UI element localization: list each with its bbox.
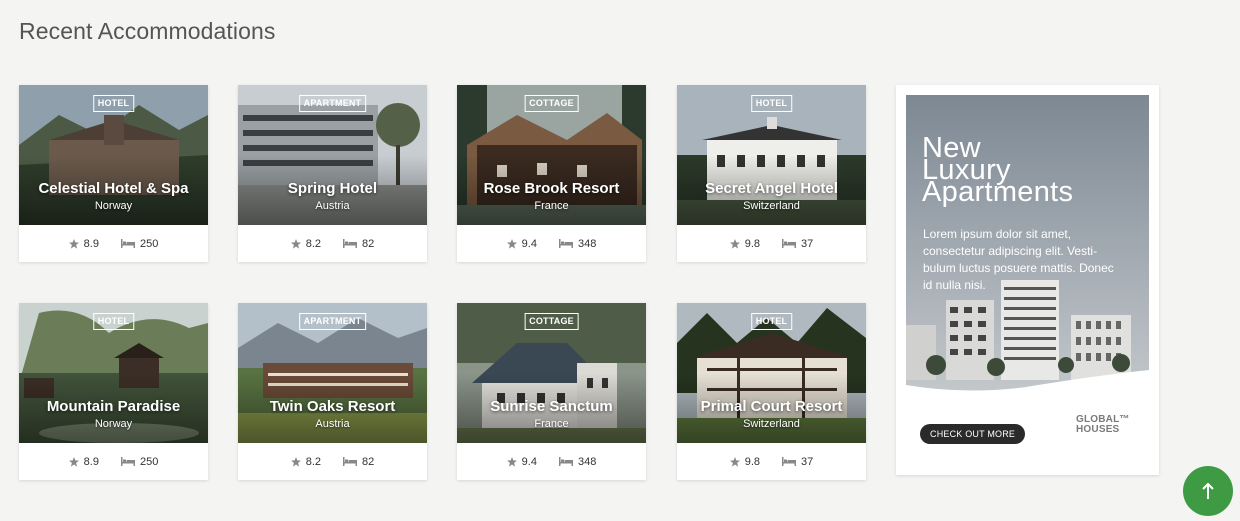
accommodation-country: Switzerland bbox=[743, 418, 800, 430]
bed-icon bbox=[782, 239, 797, 248]
type-badge: Cottage bbox=[524, 313, 579, 330]
accommodation-card[interactable]: Apartment Twin Oaks Resort Austria 8.2 82 bbox=[238, 303, 427, 480]
accommodation-country: France bbox=[534, 418, 569, 430]
accommodation-country: France bbox=[534, 200, 569, 212]
rating: 8.2 bbox=[290, 238, 321, 250]
check-out-more-button[interactable]: CHECK OUT MORE bbox=[920, 424, 1026, 444]
card-meta: 8.2 82 bbox=[238, 225, 427, 262]
accommodation-name[interactable]: Spring Hotel bbox=[238, 180, 427, 197]
rooms: 250 bbox=[120, 238, 158, 250]
accommodation-name[interactable]: Secret Angel Hotel bbox=[677, 180, 866, 197]
rooms: 250 bbox=[120, 456, 158, 468]
card-photo[interactable]: Hotel Celestial Hotel & Spa Norway bbox=[19, 85, 208, 225]
accommodation-name[interactable]: Celestial Hotel & Spa bbox=[19, 180, 208, 197]
accommodation-name[interactable]: Mountain Paradise bbox=[19, 398, 208, 415]
accommodation-card[interactable]: Apartment Spring Hotel Austria 8.2 82 bbox=[238, 85, 427, 262]
rooms: 82 bbox=[343, 238, 374, 250]
card-meta: 8.9 250 bbox=[19, 225, 208, 262]
rating: 9.8 bbox=[729, 456, 760, 468]
type-badge: Apartment bbox=[298, 95, 367, 112]
bed-icon bbox=[558, 457, 573, 466]
bed-icon bbox=[120, 457, 135, 466]
type-badge: Hotel bbox=[92, 313, 135, 330]
back-to-top-button[interactable] bbox=[1183, 466, 1233, 516]
accommodation-card[interactable]: Cottage Rose Brook Resort France 9.4 348 bbox=[457, 85, 646, 262]
card-meta: 9.4 348 bbox=[457, 225, 646, 262]
accommodation-name[interactable]: Primal Court Resort bbox=[677, 398, 866, 415]
arrow-up-icon bbox=[1202, 482, 1214, 499]
rating: 8.2 bbox=[290, 456, 321, 468]
rating: 8.9 bbox=[68, 238, 99, 250]
rooms: 37 bbox=[782, 456, 813, 468]
star-icon bbox=[506, 238, 517, 249]
type-badge: Hotel bbox=[92, 95, 135, 112]
card-photo[interactable]: Hotel Primal Court Resort Switzerland bbox=[677, 303, 866, 443]
rating: 9.4 bbox=[506, 238, 537, 250]
rooms: 82 bbox=[343, 456, 374, 468]
accommodation-name[interactable]: Twin Oaks Resort bbox=[238, 398, 427, 415]
accommodation-card[interactable]: Hotel Primal Court Resort Switzerland 9.8 … bbox=[677, 303, 866, 480]
type-badge: Apartment bbox=[298, 313, 367, 330]
accommodation-country: Austria bbox=[315, 200, 350, 212]
card-photo[interactable]: Hotel Mountain Paradise Norway bbox=[19, 303, 208, 443]
star-icon bbox=[68, 456, 79, 467]
accommodation-country: Austria bbox=[315, 418, 350, 430]
rooms: 348 bbox=[558, 238, 596, 250]
type-badge: Hotel bbox=[750, 95, 793, 112]
accommodation-card[interactable]: Hotel Mountain Paradise Norway 8.9 250 bbox=[19, 303, 208, 480]
bed-icon bbox=[343, 239, 358, 248]
accommodation-country: Switzerland bbox=[743, 200, 800, 212]
star-icon bbox=[729, 456, 740, 467]
ad-headline: New Luxury Apartments bbox=[922, 132, 1074, 208]
accommodation-name[interactable]: Rose Brook Resort bbox=[457, 180, 646, 197]
card-meta: 9.4 348 bbox=[457, 443, 646, 480]
bed-icon bbox=[120, 239, 135, 248]
card-photo[interactable]: Apartment Twin Oaks Resort Austria bbox=[238, 303, 427, 443]
accommodation-card[interactable]: Cottage Sunrise Sanctum France 9.4 348 bbox=[457, 303, 646, 480]
accommodation-country: Norway bbox=[94, 418, 133, 430]
star-icon bbox=[729, 238, 740, 249]
card-photo[interactable]: Cottage Sunrise Sanctum France bbox=[457, 303, 646, 443]
card-photo[interactable]: Hotel Secret Angel Hotel Switzerland bbox=[677, 85, 866, 225]
star-icon bbox=[506, 456, 517, 467]
card-meta: 8.2 82 bbox=[238, 443, 427, 480]
accommodation-card[interactable]: Hotel Celestial Hotel & Spa Norway 8.9 250 bbox=[19, 85, 208, 262]
card-meta: 9.8 37 bbox=[677, 443, 866, 480]
ad-body: Lorem ipsum dolor sit amet, consectetur … bbox=[923, 227, 1114, 292]
card-meta: 9.8 37 bbox=[677, 225, 866, 262]
advertisement-banner[interactable]: New Luxury Apartments Lorem ipsum dolor … bbox=[896, 85, 1159, 475]
bed-icon bbox=[558, 239, 573, 248]
type-badge: Hotel bbox=[750, 313, 793, 330]
rooms: 348 bbox=[558, 456, 596, 468]
bed-icon bbox=[782, 457, 797, 466]
star-icon bbox=[290, 238, 301, 249]
rooms: 37 bbox=[782, 238, 813, 250]
rating: 8.9 bbox=[68, 456, 99, 468]
card-meta: 8.9 250 bbox=[19, 443, 208, 480]
rating: 9.8 bbox=[729, 238, 760, 250]
bed-icon bbox=[343, 457, 358, 466]
card-photo[interactable]: Cottage Rose Brook Resort France bbox=[457, 85, 646, 225]
accommodation-name[interactable]: Sunrise Sanctum bbox=[457, 398, 646, 415]
rating: 9.4 bbox=[506, 456, 537, 468]
global-houses-logo: GLOBAL™ HOUSES bbox=[1076, 414, 1130, 435]
star-icon bbox=[290, 456, 301, 467]
card-photo[interactable]: Apartment Spring Hotel Austria bbox=[238, 85, 427, 225]
type-badge: Cottage bbox=[524, 95, 579, 112]
accommodation-country: Norway bbox=[94, 200, 133, 212]
star-icon bbox=[68, 238, 79, 249]
accommodation-card[interactable]: Hotel Secret Angel Hotel Switzerland 9.8 3… bbox=[677, 85, 866, 262]
section-title: Recent Accommodations bbox=[19, 18, 276, 44]
